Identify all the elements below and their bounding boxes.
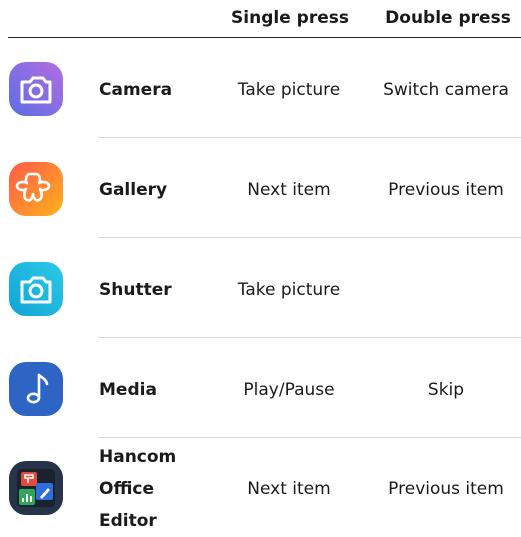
- table-row-shutter: Shutter Take picture: [0, 238, 521, 338]
- app-name-camera: Camera: [99, 80, 173, 100]
- camera-icon: [9, 62, 63, 116]
- shutter-camera-icon: [9, 262, 63, 316]
- double-press-hancom: Previous item: [388, 479, 504, 499]
- app-name-hancom-line-1: Hancom: [99, 447, 177, 467]
- app-name-shutter: Shutter: [99, 280, 172, 300]
- double-press-gallery: Previous item: [388, 180, 504, 200]
- app-name-hancom-line-3: Editor: [99, 511, 157, 531]
- app-name-gallery: Gallery: [99, 180, 168, 200]
- table-row-camera: Camera Take picture Switch camera: [0, 38, 521, 138]
- single-press-media: Play/Pause: [243, 380, 335, 400]
- double-press-camera: Switch camera: [383, 80, 509, 100]
- table-row-gallery: Gallery Next item Previous item: [0, 138, 521, 238]
- app-name-hancom-line-2: Office: [99, 479, 155, 499]
- table-header: Single press Double press: [0, 0, 521, 38]
- hancom-office-icon: [9, 461, 63, 515]
- column-header-single-press: Single press: [231, 8, 349, 28]
- table-row-media: Media Play/Pause Skip: [0, 338, 521, 438]
- music-note-icon: [9, 362, 63, 416]
- single-press-hancom: Next item: [247, 479, 331, 499]
- table-row-hancom-office-editor: Hancom Office Editor Next item Previous …: [0, 438, 521, 537]
- single-press-gallery: Next item: [247, 180, 331, 200]
- app-name-media: Media: [99, 380, 157, 400]
- single-press-camera: Take picture: [237, 80, 341, 100]
- column-header-double-press: Double press: [385, 8, 511, 28]
- gallery-flower-icon: [9, 162, 63, 216]
- double-press-media: Skip: [427, 380, 465, 400]
- single-press-shutter: Take picture: [237, 280, 341, 300]
